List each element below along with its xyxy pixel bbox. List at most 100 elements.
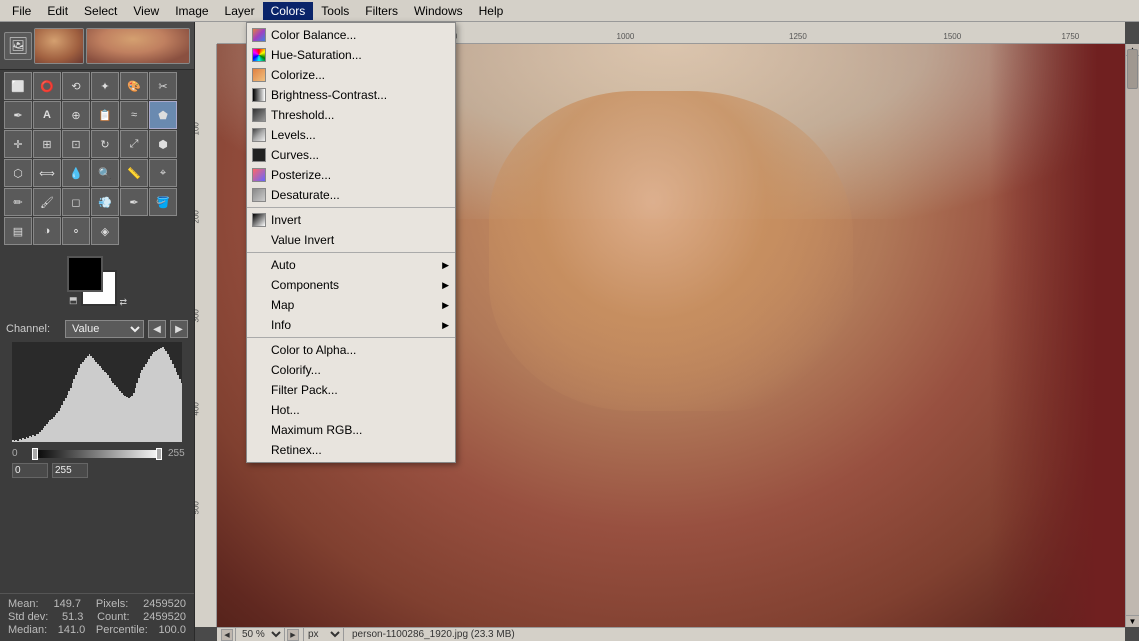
tool-ellipse-select[interactable]: ⭕ [33, 72, 61, 100]
swap-colors-btn[interactable]: ⇄ [119, 297, 127, 308]
tools-panel: ⬜ ⭕ ⟲ ✦ 🎨 ✂ ✒ A ⊕ 📋 ≈ ⬟ ✛ ⊞ ⊡ ↻ ⤢ [0, 70, 194, 248]
tool-paths[interactable]: ✒ [4, 101, 32, 129]
menu-image[interactable]: Image [167, 2, 216, 20]
scrollbar-vertical[interactable]: ▲ ▼ [1125, 44, 1139, 627]
menu-filters[interactable]: Filters [357, 2, 406, 20]
histogram-btn-left[interactable]: ◀ [148, 320, 166, 338]
menu-select[interactable]: Select [76, 2, 125, 20]
tool-bucket[interactable]: 🪣 [149, 188, 177, 216]
slider-max-thumb[interactable] [156, 448, 162, 460]
tool-dodge-burn[interactable]: ⬟ [149, 101, 177, 129]
channel-select[interactable]: Value Red Green Blue [65, 320, 144, 338]
scroll-down-btn[interactable]: ▼ [1126, 615, 1139, 627]
tool-smudge[interactable]: ≈ [120, 101, 148, 129]
menu-tools[interactable]: Tools [313, 2, 357, 20]
brightness-icon [251, 87, 267, 103]
menu-auto[interactable]: Auto ▶ [247, 255, 455, 275]
tool-heal[interactable]: ⊕ [62, 101, 90, 129]
menu-sep-2 [247, 252, 455, 253]
menu-levels[interactable]: Levels... [247, 125, 455, 145]
menu-curves[interactable]: Curves... [247, 145, 455, 165]
menu-map[interactable]: Map ▶ [247, 295, 455, 315]
tool-perspective[interactable]: ⬡ [4, 159, 32, 187]
zoom-select[interactable]: 50 % 25 % 75 % 100 % [235, 627, 285, 641]
histogram-display [12, 342, 182, 442]
menu-brightness-contrast[interactable]: Brightness-Contrast... [247, 85, 455, 105]
tool-select-by-color[interactable]: 🎨 [120, 72, 148, 100]
reset-colors-btn[interactable]: ⬒ [69, 295, 78, 306]
menu-components[interactable]: Components ▶ [247, 275, 455, 295]
tool-sharpen[interactable]: ◈ [91, 217, 119, 245]
maximum-rgb-icon [251, 422, 267, 438]
tool-convolve[interactable]: ⚬ [62, 217, 90, 245]
menu-colors[interactable]: Colors [263, 2, 314, 20]
menu-threshold[interactable]: Threshold... [247, 105, 455, 125]
menu-desaturate[interactable]: Desaturate... [247, 185, 455, 205]
posterize-label: Posterize... [271, 168, 331, 182]
tool-clone[interactable]: 📋 [91, 101, 119, 129]
tool-flip[interactable]: ⟺ [33, 159, 61, 187]
hot-icon [251, 402, 267, 418]
ruler-h-tick-1250: 1250 [789, 32, 807, 41]
tool-fuzzy-select[interactable]: ✦ [91, 72, 119, 100]
tool-ink[interactable]: ✒ [120, 188, 148, 216]
level-input-max[interactable] [52, 463, 88, 478]
menu-filter-pack[interactable]: Filter Pack... [247, 380, 455, 400]
level-slider[interactable] [32, 450, 162, 458]
menu-windows[interactable]: Windows [406, 2, 471, 20]
menu-value-invert[interactable]: Value Invert [247, 230, 455, 250]
tool-dodge[interactable]: ◑ [33, 217, 61, 245]
menu-edit[interactable]: Edit [39, 2, 76, 20]
tool-crop[interactable]: ⊡ [62, 130, 90, 158]
menu-maximum-rgb[interactable]: Maximum RGB... [247, 420, 455, 440]
histogram-btn-right[interactable]: ▶ [170, 320, 188, 338]
menu-colorify[interactable]: Colorify... [247, 360, 455, 380]
slider-min-thumb[interactable] [32, 448, 38, 460]
maximum-rgb-label: Maximum RGB... [271, 423, 362, 437]
menu-file[interactable]: File [4, 2, 39, 20]
tool-rect-select[interactable]: ⬜ [4, 72, 32, 100]
menu-hue-saturation[interactable]: Hue-Saturation... [247, 45, 455, 65]
info-arrow: ▶ [442, 320, 449, 331]
tool-airbrush[interactable]: 💨 [91, 188, 119, 216]
tool-zoom[interactable]: ⌖ [149, 159, 177, 187]
colorify-icon [251, 362, 267, 378]
menu-help[interactable]: Help [471, 2, 512, 20]
menu-posterize[interactable]: Posterize... [247, 165, 455, 185]
tool-rotate[interactable]: ↻ [91, 130, 119, 158]
tool-blend[interactable]: ▤ [4, 217, 32, 245]
zoom-in-btn[interactable]: ▶ [287, 629, 299, 641]
tool-scissors[interactable]: ✂ [149, 72, 177, 100]
unit-select[interactable]: px mm inch [303, 627, 344, 641]
menu-view[interactable]: View [125, 2, 167, 20]
tool-magnify[interactable]: 🔍 [91, 159, 119, 187]
menu-color-to-alpha[interactable]: Color to Alpha... [247, 340, 455, 360]
menu-info[interactable]: Info ▶ [247, 315, 455, 335]
tool-scale[interactable]: ⤢ [120, 130, 148, 158]
menu-retinex[interactable]: Retinex... [247, 440, 455, 460]
tool-paintbrush[interactable]: 🖌 [33, 188, 61, 216]
tool-text[interactable]: A [33, 101, 61, 129]
scroll-thumb-vertical[interactable] [1127, 49, 1138, 89]
tool-color-picker[interactable]: 💧 [62, 159, 90, 187]
foreground-color-swatch[interactable] [67, 256, 103, 292]
tool-move[interactable]: ✛ [4, 130, 32, 158]
level-input-min[interactable] [12, 463, 48, 478]
tool-shear[interactable]: ⬢ [149, 130, 177, 158]
menu-layer[interactable]: Layer [217, 2, 263, 20]
tool-free-select[interactable]: ⟲ [62, 72, 90, 100]
tool-align[interactable]: ⊞ [33, 130, 61, 158]
zoom-out-btn[interactable]: ◀ [221, 629, 233, 641]
tool-measure[interactable]: 📏 [120, 159, 148, 187]
ruler-v-tick-500: 500 [195, 502, 201, 515]
menu-hot[interactable]: Hot... [247, 400, 455, 420]
components-icon [251, 277, 267, 293]
tool-pencil[interactable]: ✏ [4, 188, 32, 216]
menu-colorize[interactable]: Colorize... [247, 65, 455, 85]
tool-eraser[interactable]: ◻ [62, 188, 90, 216]
new-image-btn[interactable]: 🖼 [4, 32, 32, 60]
menu-color-balance[interactable]: Color Balance... [247, 25, 455, 45]
percentile-value: 100.0 [158, 624, 186, 636]
histogram-bar [181, 383, 182, 442]
menu-invert[interactable]: Invert [247, 210, 455, 230]
